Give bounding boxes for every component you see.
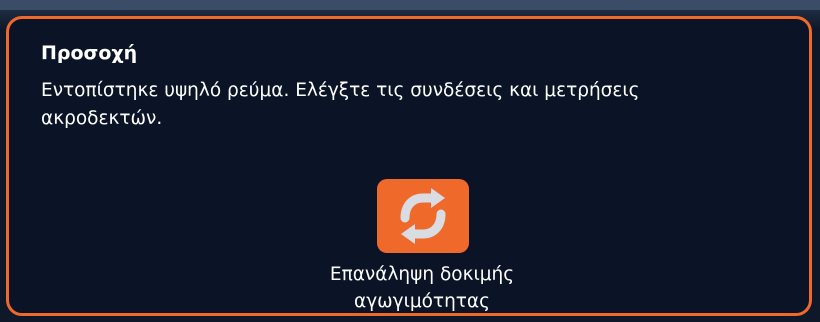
dialog-title: Προσοχή — [41, 42, 138, 64]
refresh-icon — [400, 188, 446, 244]
retry-button-label[interactable]: Επανάληψη δοκιμής αγωγιμότητας — [242, 261, 602, 315]
warning-dialog: Προσοχή Εντοπίστηκε υψηλό ρεύμα. Ελέγξτε… — [6, 16, 812, 316]
retry-label-line1: Επανάληψη δοκιμής — [329, 264, 515, 285]
retry-label-line2: αγωγιμότητας — [354, 291, 490, 312]
retry-conductivity-test-button[interactable] — [377, 179, 469, 253]
header-strip — [0, 0, 820, 10]
dialog-message: Εντοπίστηκε υψηλό ρεύμα. Ελέγξτε τις συν… — [41, 80, 640, 129]
